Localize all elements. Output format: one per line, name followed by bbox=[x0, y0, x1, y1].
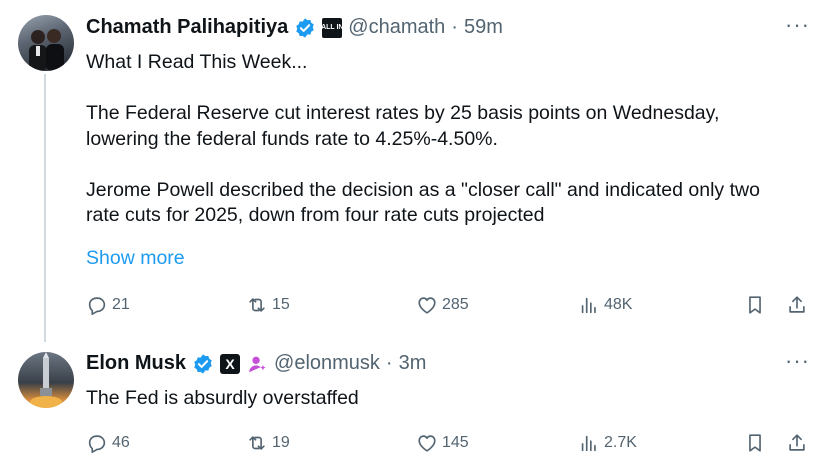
reply-button[interactable]: 46 bbox=[86, 432, 130, 454]
reply-count: 46 bbox=[112, 434, 130, 451]
tweet-chamath[interactable]: Chamath Palihapitiya ALL IN @chamath · 5… bbox=[0, 0, 831, 340]
more-icon[interactable]: ··· bbox=[785, 350, 809, 380]
bookmark-icon bbox=[749, 296, 761, 314]
views-button[interactable]: 48K bbox=[578, 294, 632, 316]
tweet-text: What I Read This Week... The Federal Res… bbox=[86, 50, 791, 229]
verified-icon[interactable] bbox=[192, 353, 214, 375]
reply-icon bbox=[88, 297, 106, 315]
retweet-icon bbox=[249, 436, 265, 450]
author-handle[interactable]: @chamath bbox=[348, 16, 445, 39]
views-count: 2.7K bbox=[604, 434, 637, 451]
reply-icon bbox=[88, 435, 106, 453]
affiliate-badge-icon[interactable]: ALL IN bbox=[321, 17, 344, 38]
tweet-paragraph: The Federal Reserve cut interest rates b… bbox=[86, 102, 720, 150]
like-icon bbox=[418, 297, 436, 314]
retweet-button[interactable]: 19 bbox=[246, 432, 290, 454]
bookmark-icon bbox=[749, 434, 761, 452]
tweet-elon[interactable]: Elon Musk X @elonmusk · 3m ··· The Fed i… bbox=[0, 340, 831, 472]
share-icon bbox=[789, 296, 805, 313]
share-icon bbox=[789, 434, 805, 451]
author-name[interactable]: Elon Musk bbox=[86, 352, 186, 375]
like-button[interactable]: 145 bbox=[416, 432, 469, 454]
views-icon bbox=[581, 435, 596, 452]
separator: · bbox=[451, 16, 458, 38]
more-icon[interactable]: ··· bbox=[785, 14, 809, 44]
timestamp[interactable]: 59m bbox=[464, 16, 503, 39]
tweet-header: Chamath Palihapitiya ALL IN @chamath · 5… bbox=[86, 16, 503, 39]
share-button[interactable] bbox=[786, 294, 808, 316]
retweet-count: 15 bbox=[272, 296, 290, 313]
tweet-text: The Fed is absurdly overstaffed bbox=[86, 387, 359, 409]
reply-button[interactable]: 21 bbox=[86, 294, 130, 316]
author-name[interactable]: Chamath Palihapitiya bbox=[86, 16, 288, 39]
bookmark-button[interactable] bbox=[744, 432, 766, 454]
timestamp[interactable]: 3m bbox=[399, 352, 427, 375]
retweet-count: 19 bbox=[272, 434, 290, 451]
views-count: 48K bbox=[604, 296, 633, 313]
separator: · bbox=[385, 352, 393, 374]
bookmark-button[interactable] bbox=[744, 294, 766, 316]
like-count: 145 bbox=[442, 434, 469, 451]
share-button[interactable] bbox=[786, 432, 808, 454]
like-button[interactable]: 285 bbox=[416, 294, 469, 316]
show-more-link[interactable]: Show more bbox=[86, 247, 185, 270]
avatar[interactable] bbox=[18, 352, 74, 408]
tweet-header: Elon Musk X @elonmusk · 3m bbox=[86, 352, 426, 375]
retweet-icon bbox=[249, 298, 265, 312]
tweet-paragraph: What I Read This Week... bbox=[86, 51, 308, 73]
retweet-button[interactable]: 15 bbox=[246, 294, 290, 316]
like-count: 285 bbox=[442, 296, 469, 313]
tweet-paragraph: Jerome Powell described the decision as … bbox=[86, 178, 760, 227]
action-bar: 46 19 145 2.7K bbox=[86, 428, 811, 458]
action-bar: 21 15 285 48K bbox=[86, 290, 811, 320]
views-button[interactable]: 2.7K bbox=[578, 432, 637, 454]
reply-count: 21 bbox=[112, 296, 130, 313]
like-icon bbox=[418, 435, 436, 452]
author-handle[interactable]: @elonmusk bbox=[274, 352, 380, 375]
x-badge-icon[interactable]: X bbox=[220, 353, 241, 374]
views-icon bbox=[581, 297, 596, 314]
avatar[interactable] bbox=[18, 15, 74, 71]
verified-icon[interactable] bbox=[294, 17, 316, 39]
person-sparkle-icon[interactable] bbox=[246, 353, 268, 375]
